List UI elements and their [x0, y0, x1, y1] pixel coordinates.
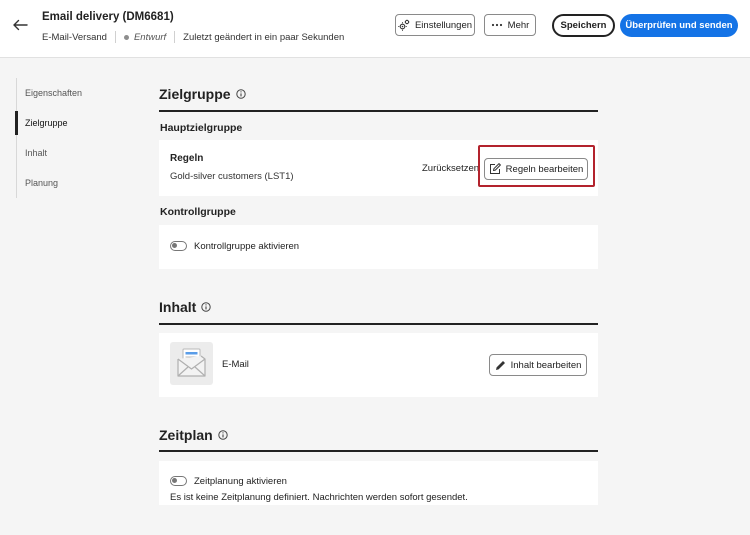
section-nav: Eigenschaften Zielgruppe Inhalt Planung [15, 78, 126, 198]
nav-item-eigenschaften[interactable]: Eigenschaften [17, 78, 126, 108]
pencil-icon [495, 360, 505, 370]
channel-label: E-Mail-Versand [42, 31, 107, 43]
audience-title-text: Zielgruppe [159, 86, 231, 102]
rules-label: Regeln [170, 153, 204, 164]
main-audience-title: Hauptzielgruppe [160, 122, 243, 134]
page-title: Email delivery (DM6681) [42, 11, 174, 23]
info-icon[interactable] [201, 302, 212, 312]
email-thumbnail [170, 342, 213, 385]
reset-link[interactable]: Zurücksetzen [422, 163, 479, 174]
more-button[interactable]: Mehr [484, 14, 536, 36]
audience-section-title: Zielgruppe [159, 86, 246, 102]
last-modified-text: Zuletzt geändert in ein paar Sekunden [183, 31, 345, 43]
control-group-title: Kontrollgruppe [160, 206, 236, 218]
schedule-title-text: Zeitplan [159, 427, 213, 443]
content-section-rule [159, 323, 598, 325]
nav-item-inhalt[interactable]: Inhalt [17, 138, 126, 168]
rules-value: Gold-silver customers (LST1) [170, 171, 294, 182]
audience-section-rule [159, 110, 598, 112]
delivery-meta: E-Mail-Versand Entwurf Zuletzt geändert … [42, 31, 344, 43]
nav-item-planung[interactable]: Planung [17, 168, 126, 198]
edit-rules-highlight [478, 145, 595, 187]
status-badge: Entwurf [133, 31, 167, 43]
more-button-label: Mehr [507, 19, 530, 31]
settings-button-label: Einstellungen [414, 19, 473, 31]
status-dot-icon [123, 34, 129, 40]
divider [114, 31, 116, 43]
content-section-title: Inhalt [159, 299, 212, 315]
control-group-card: Kontrollgruppe aktivieren [159, 225, 598, 269]
edit-content-button[interactable]: Inhalt bearbeiten [489, 354, 587, 376]
schedule-card: Zeitplanung aktivieren Es ist keine Zeit… [159, 461, 598, 505]
content-type-label: E-Mail [222, 359, 249, 370]
control-group-toggle[interactable] [170, 241, 187, 251]
schedule-toggle[interactable] [170, 476, 187, 486]
back-arrow-icon[interactable] [10, 15, 30, 35]
divider [174, 31, 176, 43]
review-and-send-button[interactable]: Überprüfen und senden [620, 14, 738, 37]
settings-gear-icon [398, 19, 410, 31]
settings-button[interactable]: Einstellungen [395, 14, 475, 36]
app-header: Email delivery (DM6681) E-Mail-Versand E… [0, 0, 750, 58]
info-icon[interactable] [217, 430, 228, 440]
email-envelope-icon [177, 348, 206, 377]
info-icon[interactable] [235, 89, 246, 99]
schedule-toggle-label: Zeitplanung aktivieren [194, 476, 287, 487]
schedule-note: Es ist keine Zeitplanung definiert. Nach… [170, 492, 468, 503]
edit-content-button-label: Inhalt bearbeiten [510, 359, 582, 371]
schedule-section-rule [159, 450, 598, 452]
nav-item-zielgruppe[interactable]: Zielgruppe [15, 108, 126, 138]
content-title-text: Inhalt [159, 299, 197, 315]
more-dots-icon [491, 23, 502, 27]
control-group-toggle-label: Kontrollgruppe aktivieren [194, 241, 300, 252]
save-button[interactable]: Speichern [552, 14, 615, 37]
schedule-section-title: Zeitplan [159, 427, 228, 443]
